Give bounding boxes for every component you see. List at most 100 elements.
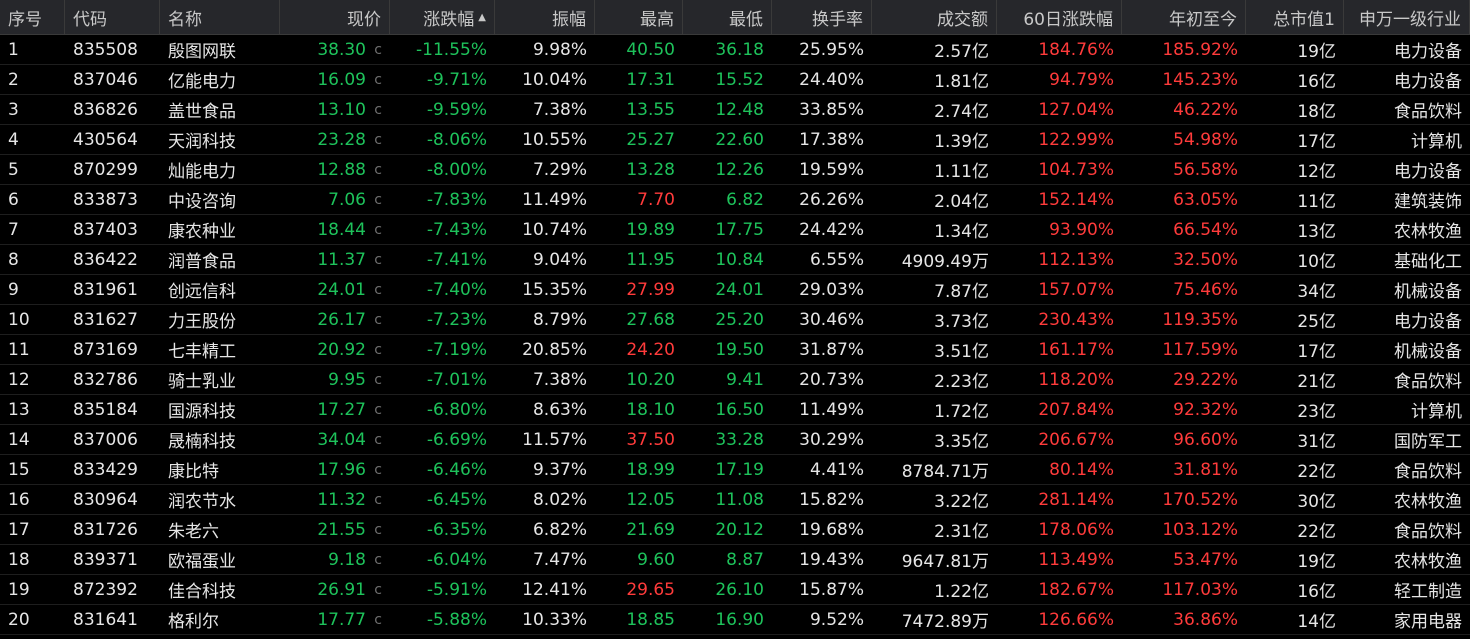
table-row[interactable]: 1 835508 殷图网联 38.30 c -11.55% 9.98% 40.50 36.18 2… [0, 35, 1470, 65]
row-name: 力王股份 [168, 312, 236, 332]
row-index: 6 [8, 189, 19, 210]
col-header-volume[interactable]: 成交额 [872, 0, 997, 34]
col-header-ytd[interactable]: 年初至今 [1122, 0, 1246, 34]
row-price: 13.10 [317, 99, 366, 120]
col-header-high[interactable]: 最高 [595, 0, 683, 34]
row-change: -7.43% [426, 219, 487, 240]
col-header-price[interactable]: 现价 [280, 0, 390, 34]
table-row[interactable]: 2 837046 亿能电力 16.09 c -9.71% 10.04% 17.31 15.52 2… [0, 65, 1470, 95]
row-code: 837403 [73, 219, 138, 240]
price-flag-icon: c [374, 71, 382, 88]
col-header-turnover[interactable]: 换手率 [772, 0, 872, 34]
row-industry: 食品饮料 [1394, 462, 1462, 482]
table-row[interactable]: 4 430564 天润科技 23.28 c -8.06% 10.55% 25.27 22.60 1… [0, 125, 1470, 155]
row-turnover: 25.95% [799, 39, 864, 60]
row-ytd-change: 145.23% [1162, 69, 1238, 90]
row-60d-change: 127.04% [1038, 99, 1114, 120]
table-row[interactable]: 3 836826 盖世食品 13.10 c -9.59% 7.38% 13.55 12.48 33… [0, 95, 1470, 125]
row-industry: 食品饮料 [1394, 522, 1462, 542]
row-turnover: 15.87% [799, 579, 864, 600]
row-turnover: 33.85% [799, 99, 864, 120]
row-turnover: 30.29% [799, 429, 864, 450]
row-change: -7.19% [426, 339, 487, 360]
row-code: 836422 [73, 249, 138, 270]
col-header-industry[interactable]: 申万一级行业 [1344, 0, 1470, 34]
row-code: 831726 [73, 519, 138, 540]
row-60d-change: 157.07% [1038, 279, 1114, 300]
table-row[interactable]: 6 833873 中设咨询 7.06 c -7.83% 11.49% 7.70 6.82 26.2… [0, 185, 1470, 215]
table-row[interactable]: 7 837403 康农种业 18.44 c -7.43% 10.74% 19.89 17.75 2… [0, 215, 1470, 245]
row-change: -5.88% [426, 609, 487, 630]
row-code: 837006 [73, 429, 138, 450]
row-market-cap: 30亿 [1297, 492, 1336, 512]
table-row[interactable]: 15 833429 康比特 17.96 c -6.46% 9.37% 18.99 17.19 4.… [0, 455, 1470, 485]
row-market-cap: 22亿 [1297, 462, 1336, 482]
col-header-code[interactable]: 代码 [65, 0, 160, 34]
row-index: 20 [8, 609, 30, 630]
row-low: 25.20 [715, 309, 764, 330]
col-header-change[interactable]: 涨跌幅 ▲ [390, 0, 495, 34]
row-low: 12.26 [715, 159, 764, 180]
row-change: -5.91% [426, 579, 487, 600]
col-header-low[interactable]: 最低 [683, 0, 772, 34]
col-header-amplitude[interactable]: 振幅 [495, 0, 595, 34]
table-row[interactable]: 18 839371 欧福蛋业 9.18 c -6.04% 7.47% 9.60 8.87 19.4… [0, 545, 1470, 575]
price-flag-icon: c [374, 521, 382, 538]
row-turnover: 19.43% [799, 549, 864, 570]
row-amplitude: 7.38% [532, 369, 587, 390]
price-flag-icon: c [374, 41, 382, 58]
table-row[interactable]: 5 870299 灿能电力 12.88 c -8.00% 7.29% 13.28 12.26 19… [0, 155, 1470, 185]
table-row[interactable]: 20 831641 格利尔 17.77 c -5.88% 10.33% 18.85 16.90 9… [0, 605, 1470, 635]
row-60d-change: 152.14% [1038, 189, 1114, 210]
table-body: 1 835508 殷图网联 38.30 c -11.55% 9.98% 40.50 36.18 2… [0, 35, 1470, 635]
row-market-cap: 13亿 [1297, 222, 1336, 242]
row-industry: 农林牧渔 [1394, 222, 1462, 242]
row-change: -6.35% [426, 519, 487, 540]
row-index: 8 [8, 249, 19, 270]
row-price: 26.91 [317, 579, 366, 600]
row-price: 11.32 [317, 489, 366, 510]
row-volume: 1.22亿 [934, 582, 989, 602]
row-turnover: 15.82% [799, 489, 864, 510]
row-price-cell: 34.04 c [280, 430, 390, 450]
table-row[interactable]: 16 830964 润农节水 11.32 c -6.45% 8.02% 12.05 11.08 1… [0, 485, 1470, 515]
table-row[interactable]: 13 835184 国源科技 17.27 c -6.80% 8.63% 18.10 16.50 1… [0, 395, 1470, 425]
row-market-cap: 17亿 [1297, 342, 1336, 362]
row-change: -9.59% [426, 99, 487, 120]
row-price: 18.44 [317, 219, 366, 240]
table-row[interactable]: 14 837006 晟楠科技 34.04 c -6.69% 11.57% 37.50 33.28… [0, 425, 1470, 455]
price-flag-icon: c [374, 251, 382, 268]
row-amplitude: 9.98% [532, 39, 587, 60]
row-price-cell: 38.30 c [280, 40, 390, 60]
table-row[interactable]: 9 831961 创远信科 24.01 c -7.40% 15.35% 27.99 24.01 2… [0, 275, 1470, 305]
row-60d-change: 113.49% [1038, 549, 1114, 570]
row-index: 10 [8, 309, 30, 330]
row-price: 9.95 [328, 369, 366, 390]
row-low: 17.75 [715, 219, 764, 240]
col-header-60d[interactable]: 60日涨跌幅 [997, 0, 1122, 34]
table-row[interactable]: 11 873169 七丰精工 20.92 c -7.19% 20.85% 24.20 19.50… [0, 335, 1470, 365]
row-name: 国源科技 [168, 402, 236, 422]
table-row[interactable]: 8 836422 润普食品 11.37 c -7.41% 9.04% 11.95 10.84 6.… [0, 245, 1470, 275]
row-change: -6.69% [426, 429, 487, 450]
row-change: -7.83% [426, 189, 487, 210]
row-low: 17.19 [715, 459, 764, 480]
row-change: -6.04% [426, 549, 487, 570]
col-header-market-cap[interactable]: 总市值1 [1246, 0, 1344, 34]
col-header-name[interactable]: 名称 [160, 0, 280, 34]
table-row[interactable]: 19 872392 佳合科技 26.91 c -5.91% 12.41% 29.65 26.10… [0, 575, 1470, 605]
col-header-idx[interactable]: 序号 [0, 0, 65, 34]
row-code: 430564 [73, 129, 138, 150]
row-change: -8.00% [426, 159, 487, 180]
row-low: 26.10 [715, 579, 764, 600]
row-low: 24.01 [715, 279, 764, 300]
table-row[interactable]: 10 831627 力王股份 26.17 c -7.23% 8.79% 27.68 25.20 3… [0, 305, 1470, 335]
row-ytd-change: 54.98% [1173, 129, 1238, 150]
row-turnover: 11.49% [799, 399, 864, 420]
stock-table: 序号 代码 名称 现价 涨跌幅 ▲ 振幅 最高 最低 换手率 成交额 60日涨跌幅… [0, 0, 1470, 635]
table-row[interactable]: 17 831726 朱老六 21.55 c -6.35% 6.82% 21.69 20.12 19… [0, 515, 1470, 545]
table-row[interactable]: 12 832786 骑士乳业 9.95 c -7.01% 7.38% 10.20 9.41 20.… [0, 365, 1470, 395]
row-low: 6.82 [726, 189, 764, 210]
row-high: 18.85 [626, 609, 675, 630]
row-low: 16.50 [715, 399, 764, 420]
